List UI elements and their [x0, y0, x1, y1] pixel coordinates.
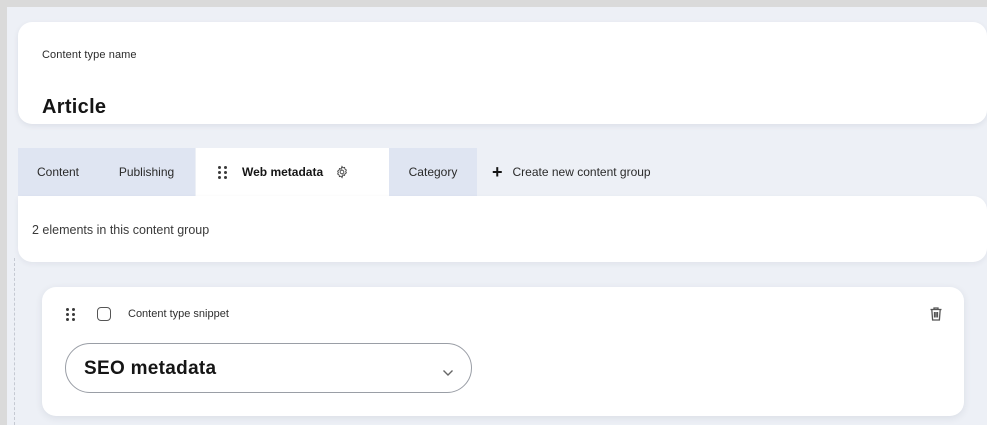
tab-label: Publishing: [118, 165, 175, 179]
snippet-select-dropdown[interactable]: SEO metadata: [65, 343, 472, 393]
drag-handle-icon[interactable]: [218, 165, 227, 179]
drag-handle-icon[interactable]: [66, 308, 75, 321]
snippet-type-label: Content type snippet: [128, 308, 229, 320]
create-content-group-button[interactable]: + Create new content group: [480, 148, 651, 196]
content-type-name-field[interactable]: Article: [42, 96, 106, 119]
content-type-name-label: Content type name: [42, 49, 137, 61]
tab-publishing[interactable]: Publishing: [98, 148, 195, 196]
tab-web-metadata[interactable]: Web metadata: [196, 148, 389, 196]
content-type-snippet-card: Content type snippet SEO metadata: [42, 287, 964, 416]
tab-label: Category: [408, 165, 458, 179]
chevron-down-icon: [442, 364, 454, 382]
content-group-panel: 2 elements in this content group: [18, 196, 987, 262]
gear-icon[interactable]: [335, 165, 349, 179]
element-count-text: 2 elements in this content group: [32, 223, 210, 237]
create-content-group-label: Create new content group: [512, 165, 651, 179]
tab-content[interactable]: Content: [18, 148, 98, 196]
tab-label: Web metadata: [242, 165, 324, 179]
tab-category[interactable]: Category: [389, 148, 477, 196]
trash-icon[interactable]: [929, 306, 943, 327]
snippet-select-value: SEO metadata: [84, 358, 217, 379]
content-type-name-card: Content type name Article: [18, 22, 987, 124]
element-guide-line: [14, 258, 15, 425]
tab-label: Content: [36, 165, 80, 179]
element-select-checkbox[interactable]: [97, 307, 111, 321]
plus-icon: +: [492, 162, 503, 182]
